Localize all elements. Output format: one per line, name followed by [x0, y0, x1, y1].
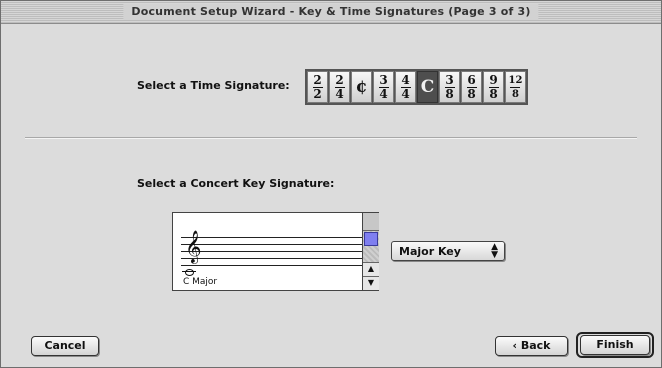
time-sig-2-2-button[interactable]: 22	[307, 71, 328, 103]
title-bar[interactable]: Document Setup Wizard - Key & Time Signa…	[1, 1, 661, 24]
time-sig-9-8-button[interactable]: 98	[483, 71, 504, 103]
key-list-scrollbar[interactable]: ▲ ▼	[362, 213, 379, 290]
scroll-track-top	[363, 213, 379, 231]
time-sig-6-8-button[interactable]: 68	[461, 71, 482, 103]
window-title: Document Setup Wizard - Key & Time Signa…	[123, 4, 539, 20]
key-signature-list[interactable]: 𝄞 C Major ▲ ▼	[172, 212, 379, 291]
back-button[interactable]: ‹ Back	[495, 336, 568, 356]
treble-clef-icon: 𝄞	[185, 230, 202, 263]
scroll-down-arrow-icon[interactable]: ▼	[363, 276, 379, 290]
staff-line	[181, 258, 362, 259]
time-sig-common-time-button[interactable]: C	[417, 71, 438, 103]
time-signature-selector: 22 24 ¢ 34 44 C 38 68 98 12 8	[305, 69, 528, 105]
whole-note-icon	[185, 269, 194, 276]
key-signature-label: Select a Concert Key Signature:	[137, 177, 335, 190]
time-sig-cut-time-button[interactable]: ¢	[351, 71, 372, 103]
time-sig-4-4-button[interactable]: 44	[395, 71, 416, 103]
staff-line	[181, 265, 362, 266]
document-setup-wizard-window: Document Setup Wizard - Key & Time Signa…	[0, 0, 662, 368]
scroll-up-arrow-icon[interactable]: ▲	[363, 262, 379, 276]
time-sig-3-8-button[interactable]: 38	[439, 71, 460, 103]
time-signature-label: Select a Time Signature:	[137, 79, 290, 92]
scroll-thumb[interactable]	[364, 232, 378, 246]
staff-line	[181, 251, 362, 252]
staff-line	[181, 244, 362, 245]
finish-button[interactable]: Finish	[580, 335, 650, 355]
staff-line	[181, 237, 362, 238]
section-divider	[25, 137, 637, 139]
time-sig-12-8-button[interactable]: 12 8	[505, 71, 526, 103]
cancel-button[interactable]: Cancel	[31, 336, 99, 356]
key-mode-value: Major Key	[399, 245, 461, 258]
key-name-label: C Major	[183, 277, 218, 287]
updown-arrows-icon: ▲ ▼	[491, 242, 498, 260]
time-sig-3-4-button[interactable]: 34	[373, 71, 394, 103]
time-sig-2-4-button[interactable]: 24	[329, 71, 350, 103]
key-mode-dropdown[interactable]: Major Key ▲ ▼	[391, 241, 505, 261]
